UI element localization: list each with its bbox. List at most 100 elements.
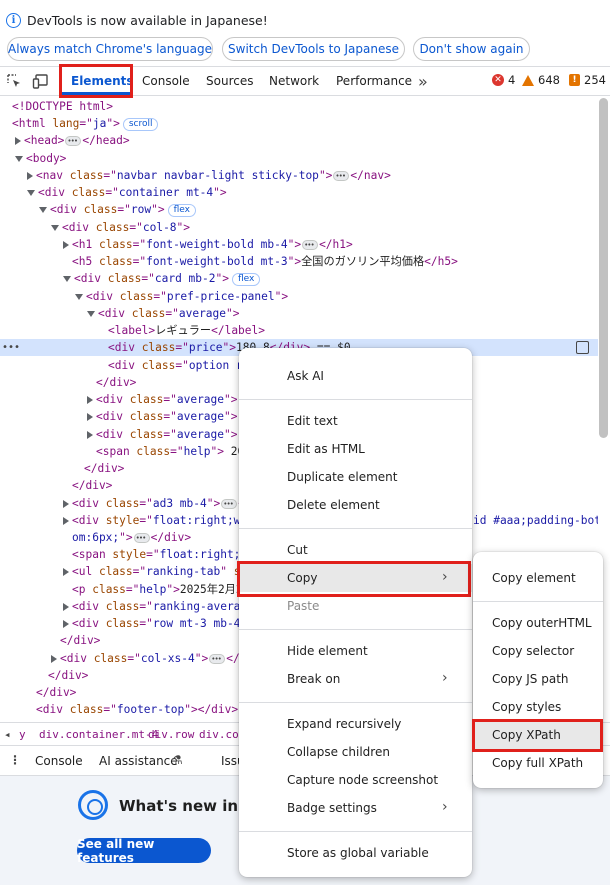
see-all-new-features-button[interactable]: See all new features [77,837,211,865]
match-chrome-language-button[interactable]: Always match Chrome's language [7,37,213,61]
dom-tree-scrollbar-thumb[interactable] [599,98,608,438]
submenu-item-copy-selector[interactable]: Copy selector [473,637,603,665]
tab-network[interactable]: Network [269,67,319,95]
dom-token: </nav> [350,168,391,182]
dom-node-line[interactable]: <div class="average"> [0,305,598,322]
collapsed-content-ellipsis-icon[interactable] [209,651,226,668]
expand-triangle-icon[interactable] [87,396,93,405]
expand-triangle-icon[interactable] [27,171,33,180]
dom-token: om:6px; [72,531,120,544]
dom-node-line[interactable]: <nav class="navbar navbar-light sticky-t… [0,167,598,185]
menu-item-cut[interactable]: Cut [239,536,472,564]
dom-token: <div [50,203,84,217]
menu-item-duplicate-element[interactable]: Duplicate element [239,463,472,491]
dom-node-line[interactable]: <html lang="ja"> scroll [0,115,598,132]
expand-triangle-icon[interactable] [63,240,69,249]
menu-item-collapse-children[interactable]: Collapse children [239,738,472,766]
submenu-item-copy-outerhtml[interactable]: Copy outerHTML [473,609,603,637]
breadcrumb-item[interactable]: y [19,728,26,741]
collapse-triangle-icon[interactable] [51,224,59,231]
drawer-tab-ai-assistance[interactable]: AI assistance [99,754,178,768]
breadcrumb-scroll-left-icon[interactable]: ◂ [4,728,11,741]
dom-node-line[interactable]: <div class="col-8"> [0,219,598,236]
dom-node-line[interactable]: <h5 class="font-weight-bold mt-3">全国のガソリ… [0,253,598,270]
menu-item-badge-settings[interactable]: Badge settings › [239,794,472,822]
menu-item-expand-recursively[interactable]: Expand recursively [239,710,472,738]
expand-triangle-icon[interactable] [63,568,69,577]
dom-token: </head> [82,134,130,148]
expand-triangle-icon[interactable] [87,430,93,439]
dom-token: row mt-3 mb-4 [152,617,241,631]
expand-triangle-icon[interactable] [63,499,69,508]
elements-tab-highlight-box [59,64,133,98]
breadcrumb-item[interactable]: div.container.mt-4 [39,728,158,741]
collapsed-content-ellipsis-icon[interactable] [302,237,319,254]
expand-triangle-icon[interactable] [87,413,93,422]
tab-performance[interactable]: Performance [336,67,412,95]
drawer-menu-icon[interactable]: ⋮ [9,753,21,767]
collapse-triangle-icon[interactable] [75,293,83,300]
dom-node-line[interactable]: <div class="pref-price-panel"> [0,288,598,305]
collapse-triangle-icon[interactable] [15,155,23,162]
menu-item-store-as-global-variable[interactable]: Store as global variable [239,839,472,867]
menu-item-capture-node-screenshot[interactable]: Capture node screenshot [239,766,472,794]
expand-triangle-icon[interactable] [63,602,69,611]
errors-counter[interactable]: ✕ 4 [492,73,515,87]
collapse-triangle-icon[interactable] [63,276,71,283]
menu-item-label: Duplicate element [287,470,398,484]
menu-separator [239,628,472,630]
collapsed-content-ellipsis-icon[interactable] [133,530,150,547]
submenu-item-copy-full-xpath[interactable]: Copy full XPath [473,749,603,777]
warnings-count: 648 [538,73,560,87]
menu-item-break-on[interactable]: Break on › [239,665,472,693]
dom-node-line[interactable]: <div class="container mt-4"> [0,184,598,201]
menu-item-edit-text[interactable]: Edit text [239,407,472,435]
submenu-item-copy-js-path[interactable]: Copy JS path [473,665,603,693]
expand-triangle-icon[interactable] [63,516,69,525]
warnings-counter[interactable]: 648 [522,73,560,87]
dom-node-line[interactable]: <h1 class="font-weight-bold mb-4"> </h1> [0,236,598,254]
chevron-right-icon: › [442,799,448,815]
dom-node-line[interactable]: <body> [0,150,598,167]
breadcrumb-item[interactable]: div.row [148,728,194,741]
layout-badge[interactable]: flex [231,272,261,286]
menu-item-delete-element[interactable]: Delete element [239,491,472,519]
issues-counter[interactable]: ! 254 [569,73,606,87]
layout-badge[interactable]: flex [167,203,196,217]
collapse-triangle-icon[interactable] [27,190,35,197]
expand-triangle-icon[interactable] [51,654,57,663]
dom-token: "> [194,651,209,665]
dom-node-line[interactable]: <div class="card mb-2"> flex [0,270,598,287]
more-tabs-chevron-icon[interactable]: » [418,67,428,95]
dom-node-line[interactable]: <label>レギュラー</label> [0,322,598,339]
collapse-triangle-icon[interactable] [39,207,47,214]
dom-node-line[interactable]: <div class="row"> flex [0,201,598,218]
menu-item-ask-ai[interactable]: Ask AI [239,362,472,390]
device-toolbar-icon[interactable] [32,72,50,90]
tab-sources[interactable]: Sources [206,67,253,95]
collapse-triangle-icon[interactable] [87,310,95,317]
submenu-item-copy-styles[interactable]: Copy styles [473,693,603,721]
expand-triangle-icon[interactable] [63,620,69,629]
collapsed-content-ellipsis-icon[interactable] [65,133,82,150]
ai-assist-node-icon[interactable] [576,341,589,355]
drawer-tab-console[interactable]: Console [35,754,83,768]
dont-show-again-button[interactable]: Don't show again [413,37,530,61]
dom-token: class [98,565,133,579]
dom-token: <head> [24,134,65,148]
collapsed-content-ellipsis-icon[interactable] [333,168,350,185]
menu-item-edit-as-html[interactable]: Edit as HTML [239,435,472,463]
dom-token: <div [86,289,120,303]
menu-item-hide-element[interactable]: Hide element [239,637,472,665]
dom-node-line[interactable]: <!DOCTYPE html> [0,98,598,115]
submenu-item-copy-element[interactable]: Copy element [473,564,603,592]
switch-to-japanese-button[interactable]: Switch DevTools to Japanese [222,37,405,61]
inspect-element-icon[interactable] [5,72,23,90]
collapsed-content-ellipsis-icon[interactable] [221,496,238,513]
tab-console[interactable]: Console [142,67,190,95]
layout-badge[interactable]: scroll [122,117,159,131]
dom-node-line[interactable]: <head> </head> [0,132,598,150]
node-actions-dots-icon[interactable]: ••• [2,339,20,356]
expand-triangle-icon[interactable] [15,137,21,146]
dom-token: =" [139,496,153,510]
